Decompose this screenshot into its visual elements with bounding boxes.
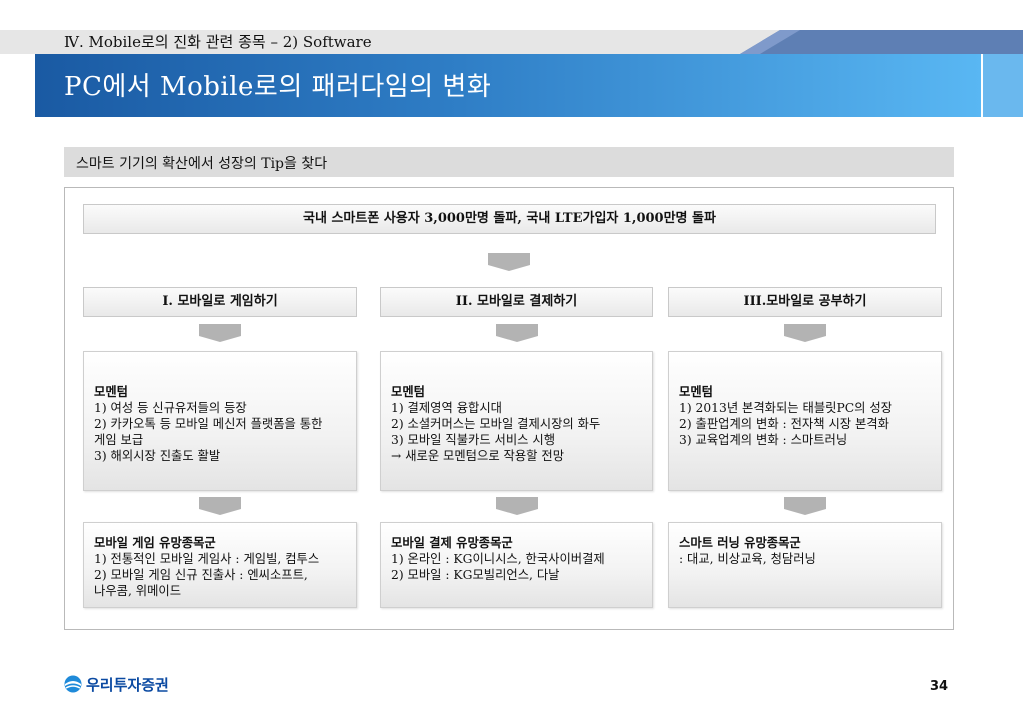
momentum-card-payment: 모멘텀 1) 결제영역 융합시대 2) 소셜커머스는 모바일 결제시장의 화두 … <box>380 351 653 491</box>
card-title: 모바일 결제 유망종목군 <box>391 535 513 550</box>
card-line: 1) 전통적인 모바일 게임사 : 게임빌, 컴투스 <box>94 552 320 566</box>
down-arrow-icon <box>199 497 241 515</box>
down-arrow-icon <box>784 497 826 515</box>
company-logo: 우리투자증권 <box>64 673 169 695</box>
card-line: 2) 출판업계의 변화 : 전자책 시장 본격화 <box>679 417 889 431</box>
card-line: 3) 모바일 직불카드 서비스 시행 <box>391 433 556 447</box>
logo-text: 우리투자증권 <box>86 675 169 694</box>
down-arrow-icon <box>199 324 241 342</box>
momentum-card-gaming: 모멘텀 1) 여성 등 신규유저들의 등장 2) 카카오톡 등 모바일 메신저 … <box>83 351 357 491</box>
page-number: 34 <box>930 679 949 694</box>
logo-mark-icon <box>64 675 82 693</box>
stocks-card-payment: 모바일 결제 유망종목군 1) 온라인 : KG이니시스, 한국사이버결제 2)… <box>380 522 653 608</box>
card-line: : 대교, 비상교육, 청담러닝 <box>679 552 816 566</box>
title-bar-accent <box>983 54 1023 117</box>
card-line: 2) 소셜커머스는 모바일 결제시장의 화두 <box>391 417 601 431</box>
card-line: → 새로운 모멘텀으로 작용할 전망 <box>391 449 565 463</box>
column-heading-gaming: I. 모바일로 게임하기 <box>83 287 357 317</box>
card-title: 모바일 게임 유망종목군 <box>94 535 216 550</box>
card-title: 스마트 러닝 유망종목군 <box>679 535 801 550</box>
down-arrow-icon <box>784 324 826 342</box>
header-band-accent <box>740 30 1023 54</box>
section-label: Ⅳ. Mobile로의 진화 관련 종목 – 2) Software <box>64 33 372 51</box>
column-heading-payment: II. 모바일로 결제하기 <box>380 287 653 317</box>
momentum-card-learning: 모멘텀 1) 2013년 본격화되는 태블릿PC의 성장 2) 출판업계의 변화… <box>668 351 942 491</box>
column-heading-learning: III.모바일로 공부하기 <box>668 287 942 317</box>
card-line: 2) 모바일 게임 신규 진출사 : 엔씨소프트, <box>94 568 308 582</box>
down-arrow-icon <box>488 253 530 271</box>
stocks-card-learning: 스마트 러닝 유망종목군 : 대교, 비상교육, 청담러닝 <box>668 522 942 608</box>
card-line: 3) 해외시장 진출도 활발 <box>94 449 221 463</box>
card-line: 1) 여성 등 신규유저들의 등장 <box>94 401 247 415</box>
down-arrow-icon <box>496 497 538 515</box>
card-line: 1) 결제영역 융합시대 <box>391 401 502 415</box>
card-line: 1) 온라인 : KG이니시스, 한국사이버결제 <box>391 552 605 566</box>
card-line: 2) 카카오톡 등 모바일 메신저 플랫폼을 통한 <box>94 417 323 431</box>
summary-box: 국내 스마트폰 사용자 3,000만명 돌파, 국내 LTE가입자 1,000만… <box>83 204 936 234</box>
card-line: 3) 교육업계의 변화 : 스마트러닝 <box>679 433 848 447</box>
card-title: 모멘텀 <box>391 384 425 399</box>
page-title: PC에서 Mobile로의 패러다임의 변화 <box>64 72 492 102</box>
card-line: 나우콤, 위메이드 <box>94 584 182 598</box>
card-line: 게임 보급 <box>94 433 144 447</box>
card-line: 2) 모바일 : KG모빌리언스, 다날 <box>391 568 560 582</box>
card-title: 모멘텀 <box>94 384 128 399</box>
card-line: 1) 2013년 본격화되는 태블릿PC의 성장 <box>679 401 892 415</box>
down-arrow-icon <box>496 324 538 342</box>
stocks-card-gaming: 모바일 게임 유망종목군 1) 전통적인 모바일 게임사 : 게임빌, 컴투스 … <box>83 522 357 608</box>
sub-heading: 스마트 기기의 확산에서 성장의 Tip을 찾다 <box>76 156 328 172</box>
card-title: 모멘텀 <box>679 384 713 399</box>
